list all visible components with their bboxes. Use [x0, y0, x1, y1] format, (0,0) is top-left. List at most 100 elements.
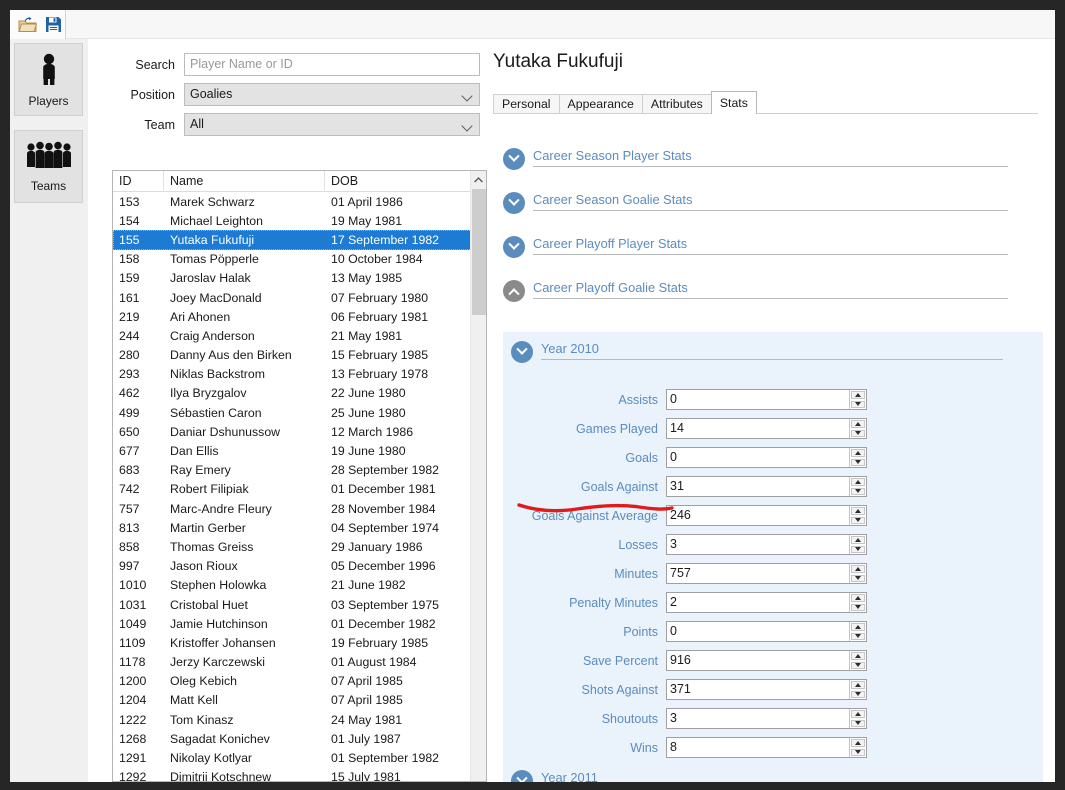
position-select[interactable]: Goalies — [184, 83, 480, 106]
stat-stepper[interactable]: 14 — [666, 418, 867, 439]
table-row[interactable]: 1031 Cristobal Huet 03 September 1975 — [113, 595, 486, 614]
year-2010-expander[interactable]: Year 2010 — [511, 341, 1003, 363]
table-row[interactable]: 1010 Stephen Holowka 21 June 1982 — [113, 576, 486, 595]
open-folder-icon[interactable] — [16, 14, 38, 36]
stat-stepper[interactable]: 3 — [666, 534, 867, 555]
stat-stepper[interactable]: 757 — [666, 563, 867, 584]
table-row[interactable]: 1222 Tom Kinasz 24 May 1981 — [113, 710, 486, 729]
stepper-down-button[interactable] — [851, 545, 865, 553]
stepper-up-button[interactable] — [851, 739, 865, 747]
year-2011-expander[interactable]: Year 2011 — [511, 770, 1003, 782]
table-row[interactable]: 1291 Nikolay Kotlyar 01 September 1982 — [113, 748, 486, 767]
stat-value[interactable]: 757 — [667, 564, 849, 583]
table-row[interactable]: 158 Tomas Pöpperle 10 October 1984 — [113, 250, 486, 269]
table-row[interactable]: 997 Jason Rioux 05 December 1996 — [113, 557, 486, 576]
table-row[interactable]: 742 Robert Filipiak 01 December 1981 — [113, 480, 486, 499]
table-row[interactable]: 462 Ilya Bryzgalov 22 June 1980 — [113, 384, 486, 403]
tab-personal[interactable]: Personal — [493, 94, 560, 114]
stat-stepper[interactable]: 2 — [666, 592, 867, 613]
sidebar-item-players[interactable]: Players — [14, 43, 83, 116]
stepper-up-button[interactable] — [851, 507, 865, 515]
stepper-up-button[interactable] — [851, 449, 865, 457]
table-row[interactable]: 154 Michael Leighton 19 May 1981 — [113, 211, 486, 230]
stat-value[interactable]: 0 — [667, 622, 849, 641]
stat-value[interactable]: 31 — [667, 477, 849, 496]
table-row[interactable]: 683 Ray Emery 28 September 1982 — [113, 461, 486, 480]
stat-value[interactable]: 0 — [667, 448, 849, 467]
chevron-up-icon[interactable] — [503, 280, 525, 302]
stepper-down-button[interactable] — [851, 748, 865, 756]
table-row[interactable]: 293 Niklas Backstrom 13 February 1978 — [113, 365, 486, 384]
stat-stepper[interactable]: 0 — [666, 389, 867, 410]
table-row[interactable]: 153 Marek Schwarz 01 April 1986 — [113, 192, 486, 211]
stat-value[interactable]: 371 — [667, 680, 849, 699]
player-list[interactable]: ID Name DOB 153 Marek Schwarz 01 April 198… — [112, 170, 487, 782]
table-row[interactable]: 161 Joey MacDonald 07 February 1980 — [113, 288, 486, 307]
table-row[interactable]: 499 Sébastien Caron 25 June 1980 — [113, 403, 486, 422]
stat-value[interactable]: 3 — [667, 709, 849, 728]
stepper-down-button[interactable] — [851, 719, 865, 727]
table-row[interactable]: 159 Jaroslav Halak 13 May 1985 — [113, 269, 486, 288]
table-row[interactable]: 677 Dan Ellis 19 June 1980 — [113, 441, 486, 460]
stat-stepper[interactable]: 8 — [666, 737, 867, 758]
section-expander[interactable]: Career Season Player Stats — [503, 148, 1008, 170]
table-row[interactable]: 1292 Dimitrij Kotschnew 15 July 1981 — [113, 768, 486, 781]
sidebar-item-teams[interactable]: Teams — [14, 130, 83, 203]
stepper-up-button[interactable] — [851, 623, 865, 631]
scrollbar-thumb[interactable] — [472, 189, 486, 315]
stepper-down-button[interactable] — [851, 603, 865, 611]
stepper-down-button[interactable] — [851, 429, 865, 437]
stepper-up-button[interactable] — [851, 652, 865, 660]
table-row[interactable]: 813 Martin Gerber 04 September 1974 — [113, 518, 486, 537]
stepper-down-button[interactable] — [851, 458, 865, 466]
table-row[interactable]: 1204 Matt Kell 07 April 1985 — [113, 691, 486, 710]
team-select[interactable]: All — [184, 113, 480, 136]
stat-stepper[interactable]: 3 — [666, 708, 867, 729]
stat-value[interactable]: 2 — [667, 593, 849, 612]
stepper-up-button[interactable] — [851, 710, 865, 718]
stepper-up-button[interactable] — [851, 420, 865, 428]
chevron-down-icon[interactable] — [511, 770, 533, 782]
table-row[interactable]: 858 Thomas Greiss 29 January 1986 — [113, 537, 486, 556]
stepper-down-button[interactable] — [851, 690, 865, 698]
stepper-up-button[interactable] — [851, 681, 865, 689]
table-row[interactable]: 1109 Kristoffer Johansen 19 February 1985 — [113, 633, 486, 652]
stat-stepper[interactable]: 246 — [666, 505, 867, 526]
table-row[interactable]: 757 Marc-Andre Fleury 28 November 1984 — [113, 499, 486, 518]
chevron-down-icon[interactable] — [511, 341, 533, 363]
column-header-id[interactable]: ID — [113, 171, 164, 192]
stat-stepper[interactable]: 31 — [666, 476, 867, 497]
table-row[interactable]: 219 Ari Ahonen 06 February 1981 — [113, 307, 486, 326]
section-expander[interactable]: Career Season Goalie Stats — [503, 192, 1008, 214]
table-row[interactable]: 650 Daniar Dshunussow 12 March 1986 — [113, 422, 486, 441]
table-row[interactable]: 1200 Oleg Kebich 07 April 1985 — [113, 672, 486, 691]
stat-value[interactable]: 14 — [667, 419, 849, 438]
chevron-down-icon[interactable] — [503, 192, 525, 214]
stat-value[interactable]: 916 — [667, 651, 849, 670]
column-header-name[interactable]: Name — [164, 171, 325, 192]
table-row[interactable]: 1178 Jerzy Karczewski 01 August 1984 — [113, 653, 486, 672]
chevron-down-icon[interactable] — [503, 236, 525, 258]
stat-stepper[interactable]: 371 — [666, 679, 867, 700]
stat-stepper[interactable]: 0 — [666, 447, 867, 468]
stepper-up-button[interactable] — [851, 478, 865, 486]
save-disk-icon[interactable] — [42, 14, 64, 36]
stat-value[interactable]: 8 — [667, 738, 849, 757]
scroll-up-arrow-icon[interactable] — [471, 171, 486, 188]
table-row[interactable]: 1049 Jamie Hutchinson 01 December 1982 — [113, 614, 486, 633]
stepper-up-button[interactable] — [851, 391, 865, 399]
stepper-down-button[interactable] — [851, 632, 865, 640]
player-list-scrollbar[interactable] — [470, 171, 486, 781]
stepper-up-button[interactable] — [851, 536, 865, 544]
stat-value[interactable]: 246 — [667, 506, 849, 525]
search-input[interactable]: Player Name or ID — [184, 53, 480, 76]
stepper-up-button[interactable] — [851, 565, 865, 573]
section-expander[interactable]: Career Playoff Goalie Stats — [503, 280, 1008, 302]
section-expander[interactable]: Career Playoff Player Stats — [503, 236, 1008, 258]
table-row[interactable]: 244 Craig Anderson 21 May 1981 — [113, 326, 486, 345]
stat-stepper[interactable]: 916 — [666, 650, 867, 671]
table-row[interactable]: 1268 Sagadat Konichev 01 July 1987 — [113, 729, 486, 748]
tab-attributes[interactable]: Attributes — [641, 94, 712, 114]
column-header-dob[interactable]: DOB — [325, 171, 465, 192]
stepper-down-button[interactable] — [851, 516, 865, 524]
